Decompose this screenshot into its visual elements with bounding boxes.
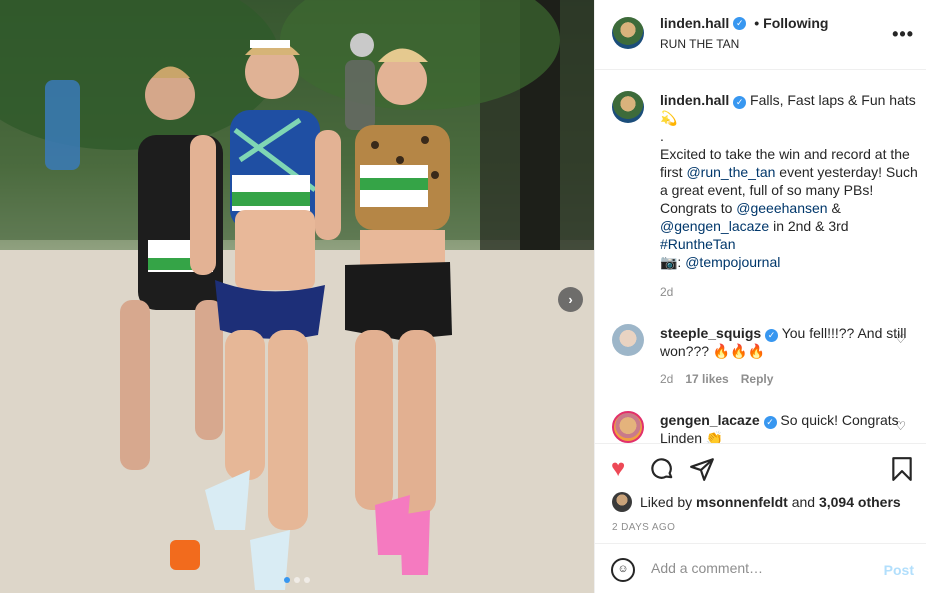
verified-badge-icon: ✓ bbox=[733, 16, 747, 30]
comments-section[interactable]: linden.hall ✓ Falls, Fast laps & Fun hat… bbox=[595, 71, 926, 443]
caption-username[interactable]: linden.hall bbox=[660, 92, 729, 108]
comment-time: 2d bbox=[660, 372, 674, 386]
caption-text: linden.hall ✓ Falls, Fast laps & Fun hat… bbox=[660, 91, 918, 301]
header-separator: • bbox=[754, 15, 760, 31]
carousel-dot bbox=[304, 577, 310, 583]
verified-badge-icon: ✓ bbox=[733, 96, 747, 109]
comment-text: steeple_squigs ✓ You fell!!!?? And still… bbox=[660, 324, 918, 388]
more-options-icon[interactable]: ••• bbox=[892, 24, 914, 45]
comment-like-heart-icon[interactable]: ♡ bbox=[895, 419, 906, 433]
post-date[interactable]: 2 DAYS AGO bbox=[612, 522, 675, 533]
liked-by-others[interactable]: 3,094 others bbox=[819, 494, 901, 510]
liker-avatar[interactable] bbox=[612, 492, 632, 512]
paper-plane-icon[interactable] bbox=[689, 456, 715, 488]
comment-input[interactable] bbox=[651, 560, 871, 576]
post-actions: ♥ Liked by msonnenfeldt and 3,094 others… bbox=[595, 443, 926, 543]
comment-meta: 2d 17 likes Reply bbox=[660, 370, 918, 388]
emoji-icon[interactable]: ☺ bbox=[611, 558, 635, 582]
next-photo-button[interactable]: › bbox=[558, 287, 583, 312]
commenter-avatar[interactable] bbox=[612, 411, 644, 443]
author-line: linden.hall ✓ • Following bbox=[660, 15, 828, 31]
post-location[interactable]: RUN THE TAN bbox=[660, 37, 739, 51]
commenter-avatar[interactable] bbox=[612, 324, 644, 356]
add-comment-bar: ☺ Post bbox=[595, 543, 926, 593]
author-avatar[interactable] bbox=[612, 17, 644, 49]
caption-time: 2d bbox=[660, 285, 674, 299]
liked-by-prefix: Liked by bbox=[640, 494, 693, 510]
caption-avatar[interactable] bbox=[612, 91, 644, 123]
verified-badge-icon: ✓ bbox=[765, 329, 779, 342]
author-username[interactable]: linden.hall bbox=[660, 15, 729, 31]
liked-by-user[interactable]: msonnenfeldt bbox=[696, 494, 788, 510]
post-header: linden.hall ✓ • Following RUN THE TAN ••… bbox=[595, 0, 926, 70]
carousel-dots bbox=[284, 577, 310, 583]
mention-gengen-lacaze[interactable]: @gengen_lacaze bbox=[660, 218, 769, 234]
mention-tempojournal[interactable]: @tempojournal bbox=[685, 254, 780, 270]
commenter-username[interactable]: gengen_lacaze bbox=[660, 412, 760, 428]
comment-likes[interactable]: 17 likes bbox=[685, 372, 728, 386]
mention-run-the-tan[interactable]: @run_the_tan bbox=[686, 164, 775, 180]
caption-text-c: & bbox=[827, 200, 841, 216]
comment-icon[interactable] bbox=[649, 456, 675, 488]
following-button[interactable]: Following bbox=[763, 15, 828, 31]
post-button[interactable]: Post bbox=[884, 562, 914, 578]
comment-text: gengen_lacaze ✓ So quick! Congrats Linde… bbox=[660, 411, 918, 443]
liked-by-line: Liked by msonnenfeldt and 3,094 others bbox=[612, 492, 901, 512]
bookmark-icon[interactable] bbox=[889, 456, 915, 488]
caption-text-d: in 2nd & 3rd bbox=[769, 218, 849, 234]
carousel-dot bbox=[294, 577, 300, 583]
chevron-right-icon: › bbox=[568, 292, 573, 307]
post-photo: › bbox=[0, 0, 594, 593]
heart-filled-icon[interactable]: ♥ bbox=[611, 456, 625, 482]
comment-like-heart-icon[interactable]: ♡ bbox=[895, 332, 906, 346]
commenter-username[interactable]: steeple_squigs bbox=[660, 325, 761, 341]
verified-badge-icon: ✓ bbox=[763, 416, 777, 429]
reply-button[interactable]: Reply bbox=[741, 372, 774, 386]
post-side-panel: linden.hall ✓ • Following RUN THE TAN ••… bbox=[594, 0, 926, 593]
hashtag-runthetan[interactable]: #RuntheTan bbox=[660, 236, 736, 252]
carousel-dot-active bbox=[284, 577, 290, 583]
caption-dot: . bbox=[660, 128, 664, 144]
liked-by-and: and bbox=[791, 494, 816, 510]
mention-geeehansen[interactable]: @geeehansen bbox=[736, 200, 827, 216]
caption-camera: 📷: bbox=[660, 254, 686, 270]
race-photo-illustration bbox=[0, 0, 594, 593]
